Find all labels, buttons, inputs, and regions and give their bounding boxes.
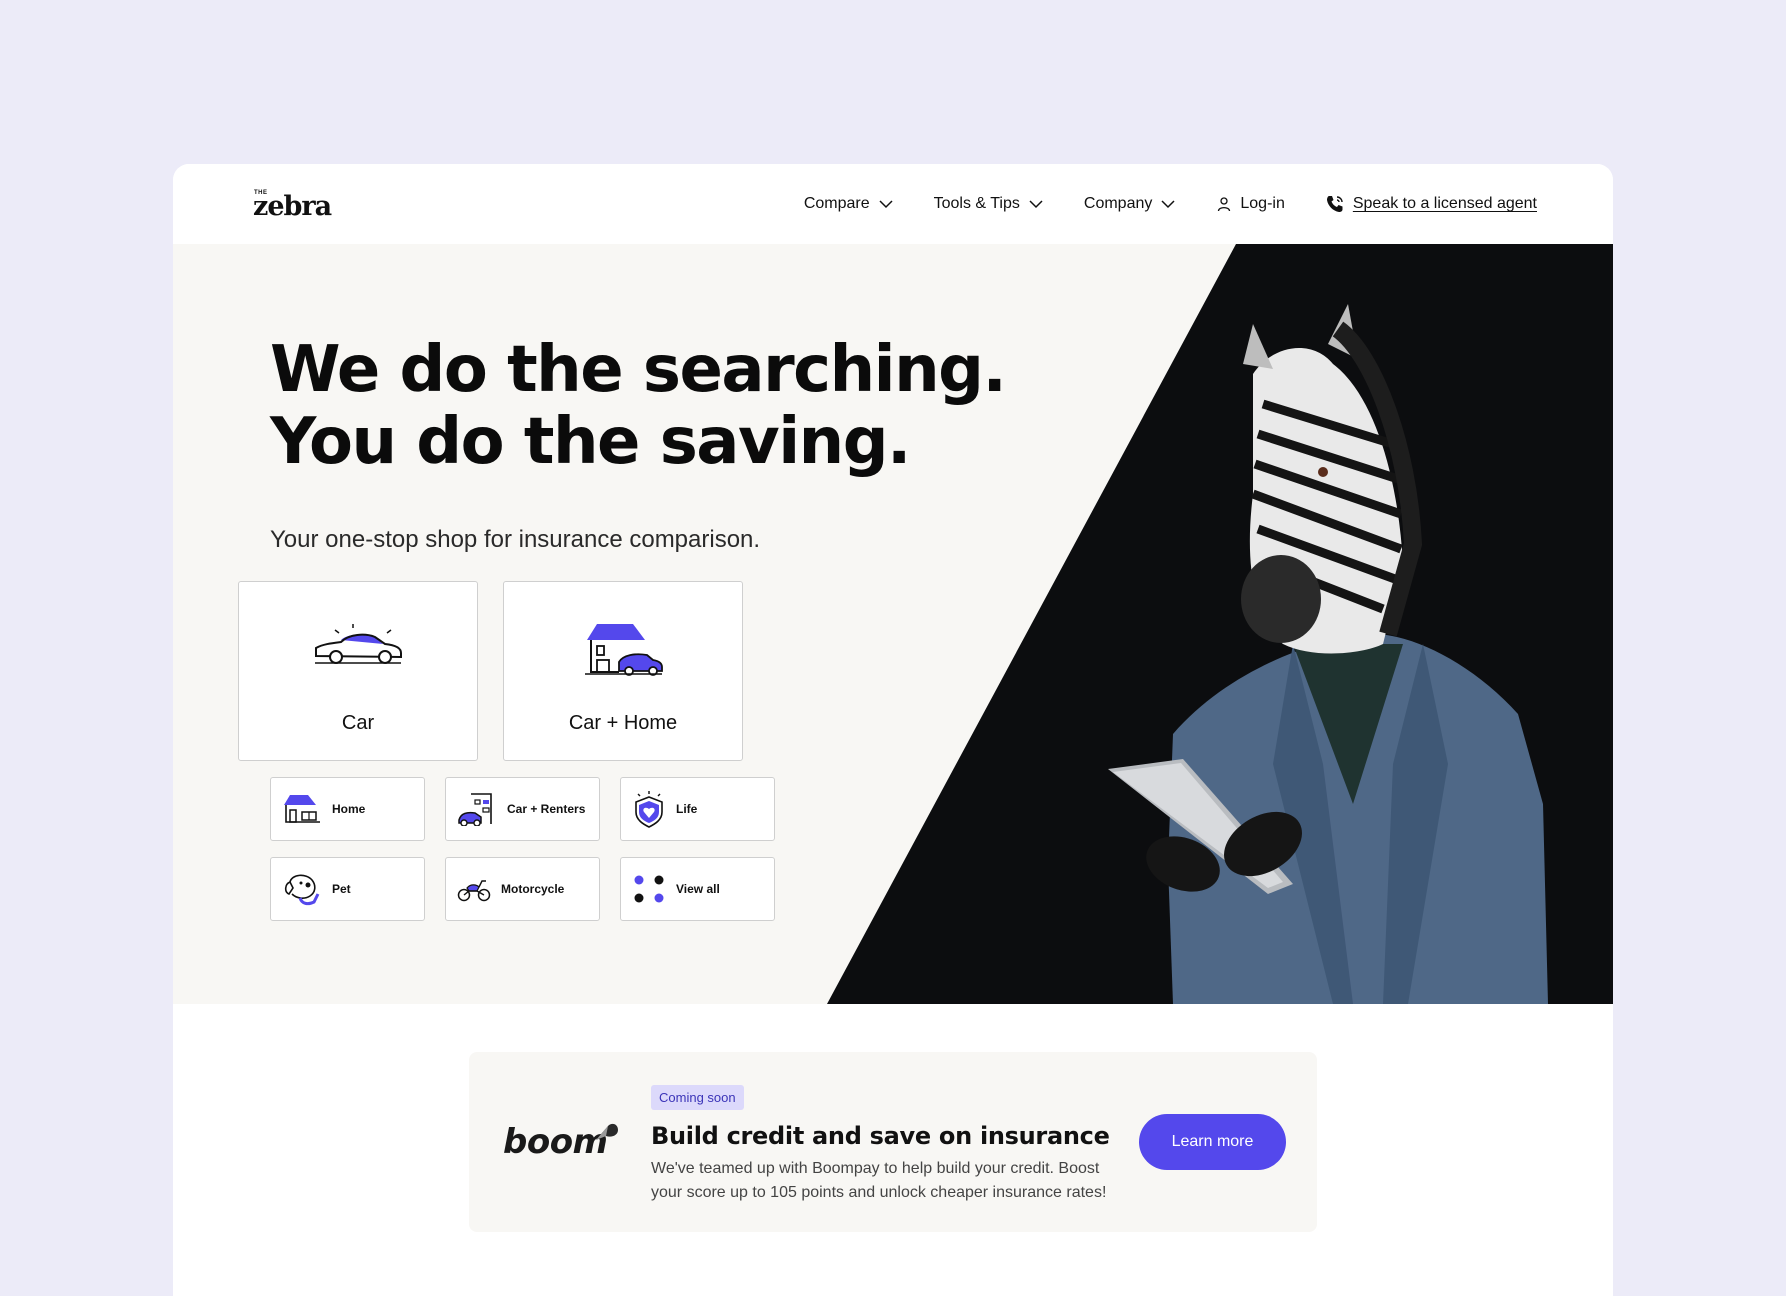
page-frame: THE zebra Compare Tools & Tips Company L… (173, 164, 1613, 1296)
nav-agent[interactable]: Speak to a licensed agent (1325, 194, 1537, 214)
headline-line-1: We do the searching. (270, 333, 1007, 407)
card-life[interactable]: Life (620, 777, 775, 841)
hero-subtitle: Your one-stop shop for insurance compari… (270, 526, 761, 553)
logo-wordmark: zebra (253, 191, 332, 222)
chevron-down-icon (879, 200, 893, 209)
card-car-home[interactable]: Car + Home (503, 581, 743, 761)
nav-tools-label: Tools & Tips (933, 195, 1020, 212)
nav-compare[interactable]: Compare (804, 195, 894, 213)
learn-more-button[interactable]: Learn more (1139, 1114, 1286, 1170)
card-car-renters-label: Car + Renters (507, 802, 586, 816)
nav-login[interactable]: Log-in (1216, 195, 1285, 213)
home-icon (284, 795, 320, 823)
boom-logo-mark-icon (596, 1123, 618, 1140)
banner-description: We've teamed up with Boompay to help bui… (651, 1160, 1107, 1201)
card-home[interactable]: Home (270, 777, 425, 841)
phone-icon (1326, 196, 1343, 212)
dog-icon (284, 874, 320, 906)
card-pet[interactable]: Pet (270, 857, 425, 921)
card-car-home-label: Car + Home (568, 712, 678, 734)
card-life-label: Life (676, 802, 698, 816)
card-view-all-label: View all (676, 882, 720, 896)
motorcycle-icon (457, 880, 491, 902)
card-car-label: Car (341, 712, 375, 734)
boom-logo-text: boom (503, 1122, 608, 1162)
card-motorcycle-label: Motorcycle (501, 882, 565, 896)
card-home-label: Home (332, 802, 366, 816)
card-car-renters[interactable]: Car + Renters (445, 777, 600, 841)
banner-title: Build credit and save on insurance (651, 1122, 1110, 1150)
nav-menu: Compare Tools & Tips Company Log-in Spea… (804, 164, 1537, 244)
shield-heart-icon (635, 791, 663, 828)
nav-company[interactable]: Company (1084, 195, 1176, 213)
boom-banner: boom Coming soon Build credit and save o… (469, 1052, 1317, 1232)
nav-tools[interactable]: Tools & Tips (934, 195, 1044, 213)
nav-agent-link: Speak to a licensed agent (1352, 195, 1537, 212)
top-nav: THE zebra Compare Tools & Tips Company L… (173, 164, 1613, 244)
card-motorcycle[interactable]: Motorcycle (445, 857, 600, 921)
chevron-down-icon (1161, 200, 1175, 209)
car-icon (315, 624, 402, 664)
coming-soon-badge: Coming soon (651, 1085, 744, 1110)
boom-logo: boom (503, 1122, 608, 1162)
chevron-down-icon (1029, 200, 1043, 209)
hero-section: We do the searching. You do the saving. … (173, 244, 1613, 1004)
nav-login-label: Log-in (1240, 195, 1285, 212)
zebra-logo[interactable]: THE zebra (253, 190, 332, 222)
building-car-icon (458, 793, 492, 826)
dots-grid-icon (634, 875, 664, 903)
card-pet-label: Pet (332, 882, 351, 896)
headline-line-2: You do the saving. (270, 405, 911, 479)
card-view-all[interactable]: View all (620, 857, 775, 921)
hero-headline: We do the searching. You do the saving. (270, 333, 1007, 479)
nav-company-label: Company (1083, 195, 1153, 212)
nav-compare-label: Compare (803, 195, 870, 212)
user-icon (1218, 197, 1231, 212)
house-car-icon (585, 624, 663, 676)
card-car[interactable]: Car (238, 581, 478, 761)
